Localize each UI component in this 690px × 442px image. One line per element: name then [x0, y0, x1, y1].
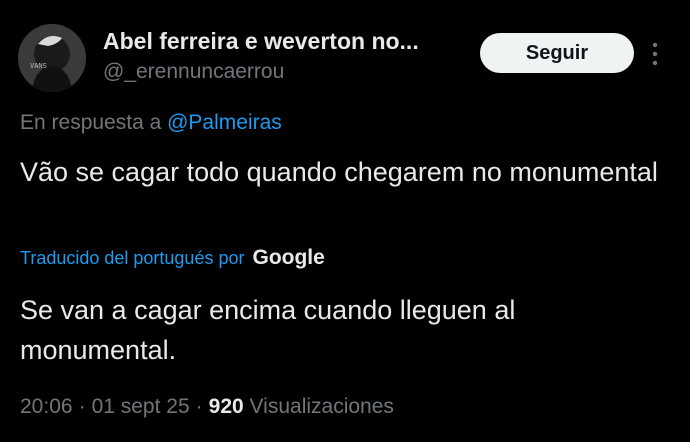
reply-context: En respuesta a @Palmeiras: [20, 111, 282, 135]
translation-label[interactable]: Traducido del portugués por: [20, 248, 244, 269]
tweet-meta: 20:06 · 01 sept 25 · 920 Visualizaciones: [20, 395, 394, 419]
views-label[interactable]: Visualizaciones: [250, 395, 394, 418]
follow-button[interactable]: Seguir: [480, 33, 634, 73]
google-logo: Google: [252, 246, 325, 269]
translated-text: Se van a cagar encima cuando lleguen al …: [20, 295, 516, 365]
avatar-image: VANS: [18, 24, 86, 92]
views-count[interactable]: 920: [209, 395, 244, 418]
translation-attribution[interactable]: Traducido del portugués por Google: [20, 246, 325, 270]
author-handle[interactable]: @_erennuncaerrou: [103, 60, 284, 84]
tweet-date[interactable]: 01 sept 25: [92, 395, 190, 418]
tweet-text: Vão se cagar todo quando chegarem no mon…: [20, 157, 658, 187]
reply-prefix: En respuesta a: [20, 111, 162, 134]
separator-dot: ·: [195, 395, 203, 418]
avatar-shirt-text: VANS: [30, 62, 47, 70]
tweet-time[interactable]: 20:06: [20, 395, 73, 418]
more-vertical-icon[interactable]: [648, 40, 662, 68]
reply-mention-link[interactable]: @Palmeiras: [167, 111, 282, 134]
author-display-name[interactable]: Abel ferreira e weverton no...: [103, 28, 419, 55]
avatar[interactable]: VANS: [18, 24, 86, 92]
separator-dot: ·: [78, 395, 86, 418]
